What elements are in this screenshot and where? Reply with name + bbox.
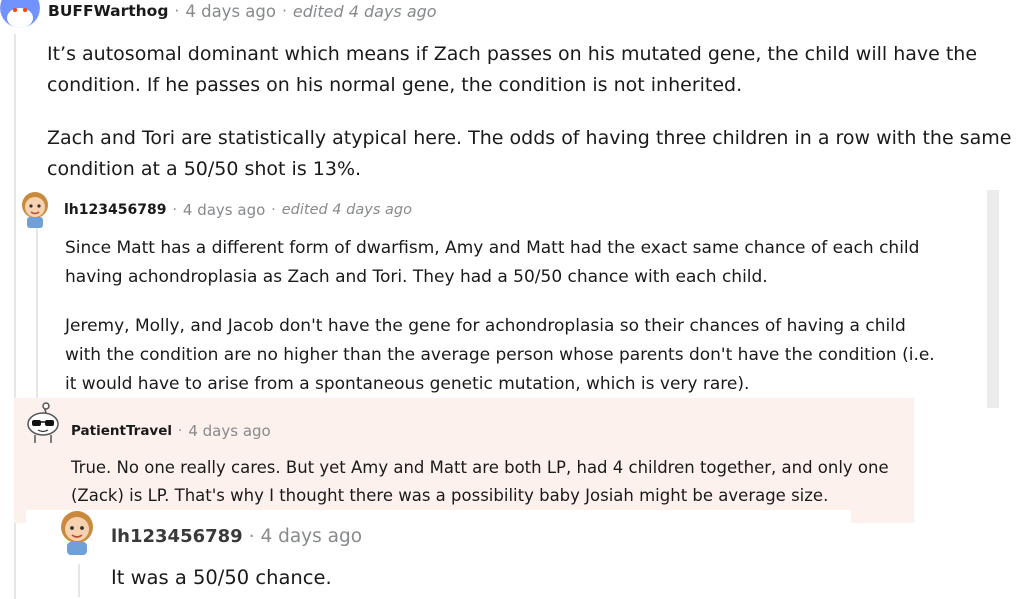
comment-paragraph: True. No one really cares. But yet Amy a… bbox=[71, 458, 889, 505]
comment-meta: lh123456789 · 4 days ago · edited 4 days… bbox=[64, 200, 412, 220]
comment-paragraph: Zach and Tori are statistically atypical… bbox=[47, 127, 1012, 180]
snoo-avatar-icon[interactable] bbox=[0, 0, 40, 28]
edited-label: edited 4 days ago bbox=[281, 202, 412, 218]
comment-timestamp[interactable]: 4 days ago bbox=[185, 2, 276, 21]
comment-author[interactable]: lh123456789 bbox=[111, 526, 243, 547]
separator: · bbox=[172, 202, 177, 218]
cartoon-avatar-icon[interactable] bbox=[16, 189, 54, 229]
comment-meta: BUFFWarthog · 4 days ago · edited 4 days… bbox=[48, 0, 437, 22]
comment-paragraph: Since Matt has a different form of dwarf… bbox=[65, 238, 920, 287]
comment-body: Since Matt has a different form of dwarf… bbox=[65, 234, 945, 399]
thread-line-3[interactable] bbox=[78, 564, 80, 597]
separator: · bbox=[248, 525, 255, 547]
comment-paragraph: Jeremy, Molly, and Jacob don't have the … bbox=[65, 316, 935, 394]
comment-body: True. No one really cares. But yet Amy a… bbox=[71, 454, 911, 510]
scrollbar-track[interactable] bbox=[987, 190, 999, 408]
comment-timestamp[interactable]: 4 days ago bbox=[260, 526, 362, 547]
comment-author[interactable]: PatientTravel bbox=[71, 423, 172, 439]
comment-body: It’s autosomal dominant which means if Z… bbox=[47, 39, 1015, 185]
thread-line-2[interactable] bbox=[36, 228, 38, 398]
comment-author[interactable]: BUFFWarthog bbox=[48, 2, 168, 20]
edited-label: edited 4 days ago bbox=[292, 1, 437, 21]
separator: · bbox=[178, 423, 183, 439]
comment-body: It was a 50/50 chance. bbox=[111, 563, 991, 593]
comment-timestamp[interactable]: 4 days ago bbox=[188, 422, 270, 440]
comment-paragraph: It was a 50/50 chance. bbox=[111, 566, 332, 589]
comment-author[interactable]: lh123456789 bbox=[64, 202, 166, 218]
comment-meta: PatientTravel · 4 days ago bbox=[71, 421, 271, 441]
comment-meta: lh123456789 · 4 days ago bbox=[111, 524, 362, 548]
comment-timestamp[interactable]: 4 days ago bbox=[183, 201, 265, 219]
sunglasses-snoo-avatar-icon[interactable] bbox=[24, 402, 62, 444]
separator: · bbox=[271, 202, 276, 218]
comment-paragraph: It’s autosomal dominant which means if Z… bbox=[47, 43, 978, 96]
separator: · bbox=[281, 2, 287, 20]
cartoon-avatar-icon[interactable] bbox=[54, 508, 100, 556]
separator: · bbox=[174, 2, 180, 20]
